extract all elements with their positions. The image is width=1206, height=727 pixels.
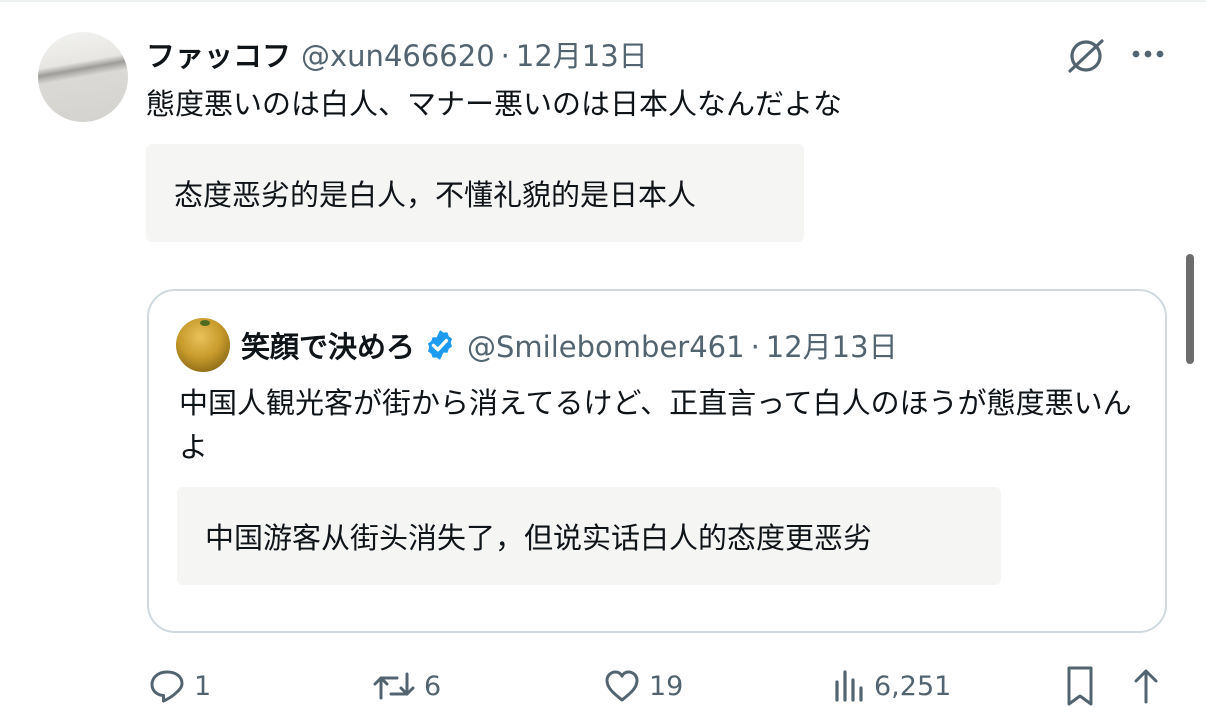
post-header: ファッコフ @xun466620 · 12月13日 bbox=[146, 34, 648, 74]
repost-button[interactable]: 6 bbox=[372, 664, 441, 708]
author-handle[interactable]: @xun466620 bbox=[301, 39, 495, 73]
author-avatar[interactable] bbox=[38, 32, 128, 122]
reply-button[interactable]: 1 bbox=[148, 664, 211, 708]
share-icon bbox=[1134, 669, 1158, 704]
post-text: 態度悪いのは白人、マナー悪いのは日本人なんだよな bbox=[146, 87, 843, 121]
top-divider bbox=[0, 0, 1206, 2]
like-count: 19 bbox=[649, 670, 684, 702]
views-icon bbox=[835, 670, 863, 702]
quoted-post-translation-text: 中国游客从街头消失了，但说实话白人的态度更恶劣 bbox=[205, 521, 873, 555]
bookmark-button[interactable] bbox=[1064, 664, 1096, 708]
quoted-author-display-name[interactable]: 笑顔で決めろ bbox=[241, 324, 415, 366]
post-date[interactable]: 12月13日 bbox=[516, 39, 648, 73]
meta-separator: · bbox=[500, 39, 510, 73]
post-translation-text: 态度恶劣的是白人，不懂礼貌的是日本人 bbox=[174, 178, 697, 212]
share-button[interactable] bbox=[1130, 664, 1162, 708]
verified-badge-icon bbox=[427, 330, 453, 360]
reply-icon bbox=[150, 670, 184, 703]
post-translation: 态度恶劣的是白人，不懂礼貌的是日本人 bbox=[146, 144, 804, 242]
quoted-author-avatar[interactable] bbox=[176, 318, 230, 372]
quoted-meta-separator: · bbox=[750, 330, 760, 364]
repost-icon bbox=[373, 672, 415, 700]
actions-fade bbox=[950, 664, 1006, 708]
quoted-post-card[interactable]: 笑顔で決めろ @Smilebomber461 · 12月13日 中国人観光客が街から… bbox=[147, 289, 1167, 633]
reply-count: 1 bbox=[194, 670, 212, 702]
quoted-post-date[interactable]: 12月13日 bbox=[766, 330, 898, 364]
quoted-post-meta: @Smilebomber461 · 12月13日 bbox=[467, 324, 898, 366]
author-display-name[interactable]: ファッコフ bbox=[146, 33, 291, 75]
grok-icon[interactable] bbox=[1062, 36, 1110, 76]
views-button[interactable]: 6,251 bbox=[832, 664, 951, 708]
bookmark-icon bbox=[1067, 666, 1093, 706]
heart-icon bbox=[605, 670, 639, 702]
more-icon[interactable] bbox=[1128, 36, 1168, 72]
scrollbar-thumb[interactable] bbox=[1186, 254, 1194, 364]
repost-count: 6 bbox=[424, 670, 442, 702]
post-meta: @xun466620 · 12月13日 bbox=[301, 33, 648, 75]
quoted-author-handle[interactable]: @Smilebomber461 bbox=[467, 330, 745, 364]
views-count: 6,251 bbox=[874, 670, 952, 702]
quoted-post-header: 笑顔で決めろ @Smilebomber461 · 12月13日 bbox=[241, 325, 898, 365]
quoted-post-text: 中国人観光客が街から消えてるけど、正直言って白人のほうが態度悪いんよ bbox=[179, 386, 1132, 464]
like-button[interactable]: 19 bbox=[603, 664, 683, 708]
quoted-post-translation: 中国游客从街头消失了，但说实话白人的态度更恶劣 bbox=[177, 487, 1001, 585]
